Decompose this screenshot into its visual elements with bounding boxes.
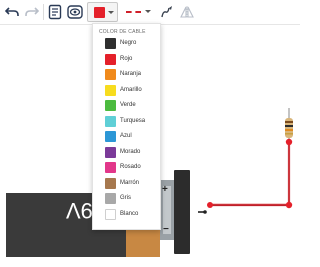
resistor[interactable] — [285, 118, 293, 138]
color-option-gray[interactable]: Gris — [93, 191, 160, 206]
color-option-label: Amarillo — [120, 86, 142, 93]
wire-endpoint[interactable] — [207, 202, 213, 208]
color-option-label: Blanco — [120, 210, 139, 217]
color-option-red[interactable]: Rojo — [93, 52, 160, 67]
color-option-label: Negro — [120, 40, 137, 46]
wire-color-dropdown: COLOR DE CABLE Negro Rojo Naranja Amaril… — [92, 23, 161, 230]
app-root: 9V + − COLOR DE CABLE Negro Rojo Naranja… — [0, 0, 300, 267]
color-option-label: Turquesa — [120, 117, 146, 124]
battery-label: 9V — [66, 198, 93, 223]
color-swatch — [105, 69, 116, 80]
minus-sign: − — [163, 224, 169, 235]
color-swatch — [105, 100, 116, 111]
color-option-purple[interactable]: Morado — [93, 145, 160, 160]
wire-bend-point[interactable] — [285, 201, 293, 209]
color-swatch — [105, 38, 116, 49]
color-option-green[interactable]: Verde — [93, 98, 160, 113]
color-option-white[interactable]: Blanco — [93, 207, 160, 222]
color-option-yellow[interactable]: Amarillo — [93, 83, 160, 98]
color-option-label: Rosado — [120, 164, 141, 170]
color-option-label: Naranja — [120, 71, 142, 77]
color-swatch — [105, 193, 116, 204]
battery-terminal-cap[interactable] — [174, 170, 190, 254]
color-option-label: Rojo — [120, 55, 133, 62]
color-swatch — [105, 115, 116, 127]
color-option-turquoise[interactable]: Turquesa — [93, 114, 160, 129]
color-option-pink[interactable]: Rosado — [93, 160, 160, 175]
red-wire-shadow — [210, 139, 290, 205]
color-option-label: Morado — [120, 148, 141, 155]
color-swatch — [105, 208, 116, 220]
color-option-black[interactable]: Negro — [93, 36, 160, 51]
color-swatch — [105, 84, 116, 96]
color-swatch — [105, 131, 116, 142]
color-option-brown[interactable]: Marrón — [93, 176, 160, 191]
color-option-label: Gris — [120, 195, 131, 201]
color-option-label: Azul — [120, 133, 132, 139]
color-option-label: Marrón — [120, 179, 140, 186]
color-option-blue[interactable]: Azul — [93, 129, 160, 144]
color-swatch — [105, 177, 116, 189]
color-swatch — [105, 146, 116, 158]
color-option-label: Verde — [120, 102, 136, 108]
plus-sign: + — [162, 184, 168, 195]
dropdown-title: COLOR DE CABLE — [99, 29, 146, 35]
wire-endpoint[interactable] — [285, 138, 293, 146]
color-option-orange[interactable]: Naranja — [93, 67, 160, 82]
color-swatch — [105, 162, 116, 173]
color-swatch — [105, 53, 116, 65]
red-wire[interactable] — [210, 140, 291, 207]
